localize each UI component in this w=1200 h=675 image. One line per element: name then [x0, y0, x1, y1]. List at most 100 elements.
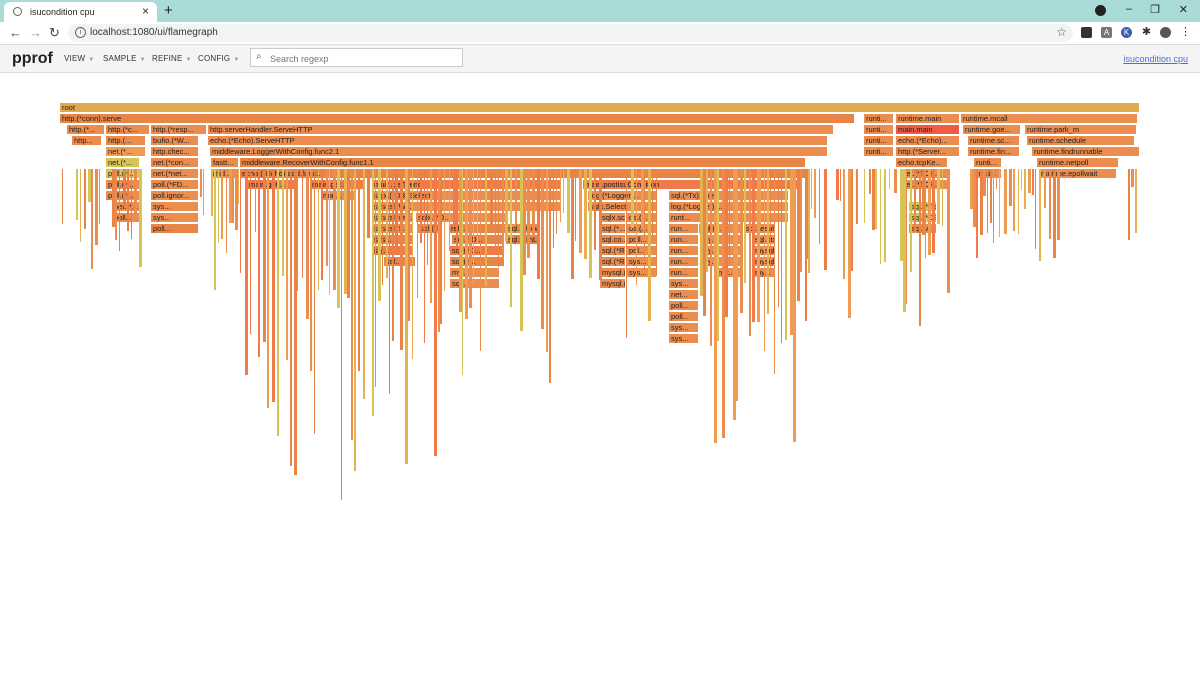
flame-frame-strip[interactable]	[378, 169, 381, 302]
flame-frame-strip[interactable]	[767, 169, 769, 315]
flame-frame[interactable]: runtime.fin...	[968, 147, 1020, 157]
flame-frame-strip[interactable]	[134, 169, 137, 220]
flame-frame[interactable]: runtime.mcall	[961, 114, 1138, 124]
flame-frame-strip[interactable]	[263, 169, 266, 342]
flame-frame-strip[interactable]	[937, 169, 940, 225]
flame-frame-strip[interactable]	[372, 169, 374, 416]
flame-frame-strip[interactable]	[942, 169, 943, 227]
flame-frame-strip[interactable]	[505, 169, 508, 242]
flame-frame-strip[interactable]	[277, 169, 279, 437]
flame-frame-strip[interactable]	[490, 169, 493, 229]
flame-frame-strip[interactable]	[806, 169, 808, 260]
flame-frame-strip[interactable]	[843, 169, 845, 280]
flame-frame-strip[interactable]	[976, 169, 978, 258]
flame-frame[interactable]: sys...	[669, 323, 699, 333]
flame-frame-strip[interactable]	[232, 169, 234, 223]
flame-frame[interactable]: sys...	[151, 213, 199, 223]
flame-frame-strip[interactable]	[495, 169, 496, 251]
flame-frame[interactable]: sys...	[627, 268, 657, 278]
flame-frame[interactable]: runtime.park_m	[1025, 125, 1137, 135]
flame-frame-strip[interactable]	[752, 169, 755, 322]
flame-frame-strip[interactable]	[910, 169, 912, 272]
flame-frame-strip[interactable]	[999, 169, 1000, 237]
flame-frame[interactable]: http.(*Server...	[896, 147, 960, 157]
flame-frame-strip[interactable]	[1021, 169, 1022, 190]
flame-frame-strip[interactable]	[245, 169, 248, 375]
flame-frame-strip[interactable]	[465, 169, 468, 320]
flame-frame[interactable]: runti...	[974, 169, 1002, 179]
flame-frame-strip[interactable]	[333, 169, 336, 290]
flame-frame[interactable]: run...	[669, 257, 699, 267]
flame-frame-strip[interactable]	[314, 169, 315, 435]
flame-frame-strip[interactable]	[480, 169, 481, 351]
flame-frame[interactable]: my...	[450, 268, 500, 278]
flame-frame-strip[interactable]	[725, 169, 728, 317]
extension-icon[interactable]	[1081, 27, 1092, 38]
flame-frame-strip[interactable]	[996, 169, 997, 189]
flame-frame-strip[interactable]	[523, 169, 526, 275]
flame-frame[interactable]: run...	[669, 268, 699, 278]
flame-frame[interactable]: http.chec...	[151, 147, 199, 157]
flame-frame[interactable]: runti...	[864, 147, 894, 157]
flame-frame-strip[interactable]	[424, 169, 425, 343]
flame-frame-strip[interactable]	[729, 169, 730, 264]
bookmark-star-icon[interactable]: ☆	[1056, 25, 1067, 39]
flame-frame-strip[interactable]	[395, 169, 398, 252]
flame-frame-strip[interactable]	[811, 169, 812, 210]
flame-frame-strip[interactable]	[785, 169, 787, 341]
flame-frame-strip[interactable]	[358, 169, 360, 372]
flame-frame-strip[interactable]	[793, 169, 796, 443]
flame-frame-strip[interactable]	[337, 169, 340, 308]
flame-frame-strip[interactable]	[297, 169, 298, 291]
flame-frame-strip[interactable]	[636, 169, 637, 285]
flame-frame-strip[interactable]	[485, 169, 487, 287]
flame-frame-strip[interactable]	[341, 169, 342, 500]
flame-frame-strip[interactable]	[310, 169, 312, 371]
flame-frame-strip[interactable]	[932, 169, 935, 254]
flame-frame-strip[interactable]	[546, 169, 548, 353]
flame-frame-strip[interactable]	[321, 169, 323, 280]
flame-frame-strip[interactable]	[884, 169, 886, 262]
flame-frame-strip[interactable]	[894, 169, 897, 193]
flame-frame[interactable]: mysql.(*...	[600, 279, 626, 289]
flame-frame-strip[interactable]	[1135, 169, 1137, 233]
flame-frame-strip[interactable]	[760, 169, 761, 228]
flame-frame-strip[interactable]	[351, 169, 353, 440]
flame-frame[interactable]: http.(*conn).serve	[60, 114, 855, 124]
flame-frame[interactable]: net.(*net...	[151, 169, 199, 179]
flame-frame[interactable]: sys...	[627, 257, 657, 267]
flame-frame-strip[interactable]	[579, 169, 582, 253]
flame-frame-strip[interactable]	[840, 169, 841, 201]
flame-frame-strip[interactable]	[469, 169, 472, 309]
close-tab-icon[interactable]: ×	[142, 4, 149, 18]
search-input[interactable]	[268, 51, 462, 66]
flame-frame-strip[interactable]	[599, 169, 602, 281]
flame-frame-strip[interactable]	[856, 169, 858, 225]
flame-frame-strip[interactable]	[462, 169, 463, 376]
flame-frame-strip[interactable]	[80, 169, 81, 243]
flame-frame-strip[interactable]	[386, 169, 388, 278]
menu-view[interactable]: VIEW ▼	[64, 54, 94, 63]
flame-frame-strip[interactable]	[1035, 169, 1036, 250]
menu-refine[interactable]: REFINE ▼	[152, 54, 192, 63]
info-icon[interactable]: i	[75, 27, 86, 38]
search-box[interactable]: ⌕	[250, 48, 463, 67]
flame-frame-strip[interactable]	[318, 169, 319, 291]
flame-frame[interactable]: http.(*c...	[106, 125, 150, 135]
flame-frame-strip[interactable]	[736, 169, 738, 401]
flame-frame[interactable]: mysql.(*...	[600, 268, 626, 278]
flame-frame-strip[interactable]	[764, 169, 765, 351]
flame-frame-strip[interactable]	[824, 169, 827, 270]
flame-frame-strip[interactable]	[851, 169, 853, 272]
new-tab-icon[interactable]: +	[164, 2, 173, 19]
flame-frame-strip[interactable]	[139, 169, 142, 268]
flame-frame-strip[interactable]	[238, 169, 239, 204]
flame-frame-strip[interactable]	[218, 169, 219, 243]
flame-frame-strip[interactable]	[563, 169, 564, 213]
flame-frame[interactable]: net.(*...	[106, 158, 140, 168]
flame-frame-strip[interactable]	[947, 169, 950, 294]
flame-frame-strip[interactable]	[434, 169, 437, 456]
flame-frame-strip[interactable]	[567, 169, 570, 234]
flame-frame-strip[interactable]	[925, 169, 926, 258]
extension-k-icon[interactable]: K	[1121, 27, 1132, 38]
